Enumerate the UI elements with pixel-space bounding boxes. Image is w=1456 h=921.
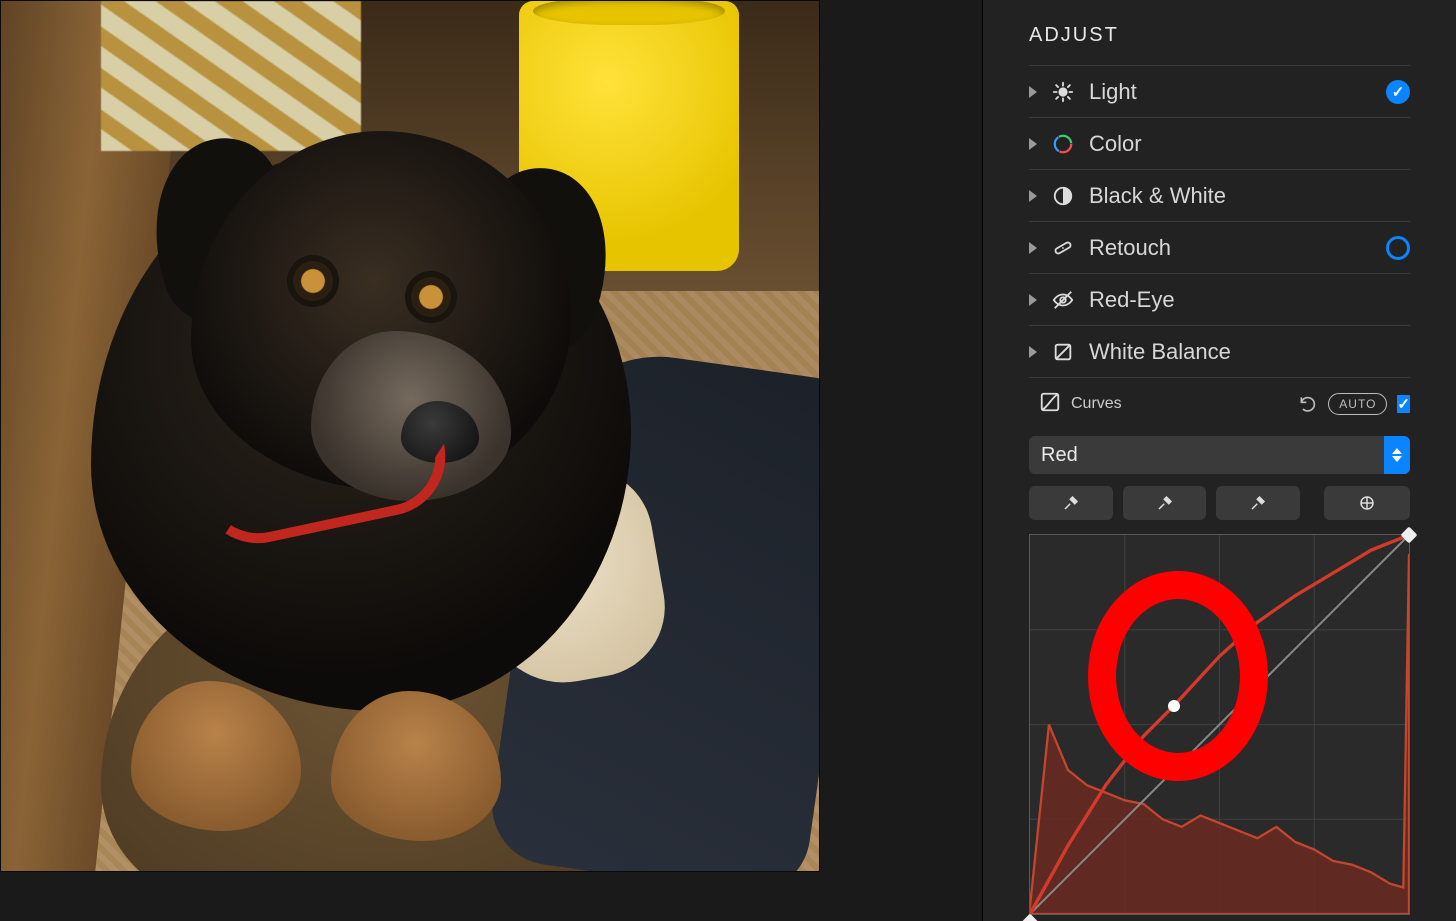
curves-tools-row [1029,486,1410,520]
section-label: Color [1089,131,1410,157]
half-circle-icon [1051,184,1075,208]
annotation-circle [1088,571,1268,781]
undo-icon[interactable] [1298,394,1318,414]
status-badge-checked[interactable] [1397,395,1410,413]
chevron-right-icon [1029,190,1037,202]
bandage-icon [1051,236,1075,260]
eyedropper-white-button[interactable] [1216,486,1300,520]
adjust-sidebar: ADJUST Light Color [982,0,1456,921]
eye-slash-icon [1051,288,1075,312]
auto-button[interactable]: AUTO [1328,393,1387,415]
section-label: Light [1089,79,1372,105]
chevron-right-icon [1029,138,1037,150]
photo-preview[interactable] [0,0,820,872]
color-ring-icon [1051,132,1075,156]
section-label: Black & White [1089,183,1410,209]
white-balance-icon [1051,340,1075,364]
chevron-right-icon [1029,86,1037,98]
section-label: Red-Eye [1089,287,1410,313]
section-label: Retouch [1089,235,1372,261]
chevron-right-icon [1029,242,1037,254]
chevron-right-icon [1029,346,1037,358]
app-root: ADJUST Light Color [0,0,1456,921]
stepper-arrows-icon [1384,436,1410,474]
section-curves[interactable]: Curves AUTO [1029,378,1410,430]
channel-select-value: Red [1041,444,1078,467]
curves-editor[interactable] [1029,534,1410,915]
curve-handle-shadows[interactable] [1022,914,1039,921]
eyedropper-gray-button[interactable] [1123,486,1207,520]
adjust-panel: ADJUST Light Color [983,0,1456,921]
section-light[interactable]: Light [1029,66,1410,118]
eyedropper-black-button[interactable] [1029,486,1113,520]
panel-title: ADJUST [1029,18,1410,66]
section-retouch[interactable]: Retouch [1029,222,1410,274]
status-badge-hollow[interactable] [1386,236,1410,260]
section-wb[interactable]: White Balance [1029,326,1410,378]
canvas-area [0,0,982,921]
section-label: Curves [1071,395,1122,413]
section-redeye[interactable]: Red-Eye [1029,274,1410,326]
section-bw[interactable]: Black & White [1029,170,1410,222]
status-badge-checked[interactable] [1386,80,1410,104]
section-color[interactable]: Color [1029,118,1410,170]
channel-select[interactable]: Red [1029,436,1410,474]
chevron-right-icon [1029,294,1037,306]
sun-icon [1051,80,1075,104]
curves-icon [1039,391,1061,418]
section-label: White Balance [1089,339,1410,365]
add-point-button[interactable] [1324,486,1410,520]
